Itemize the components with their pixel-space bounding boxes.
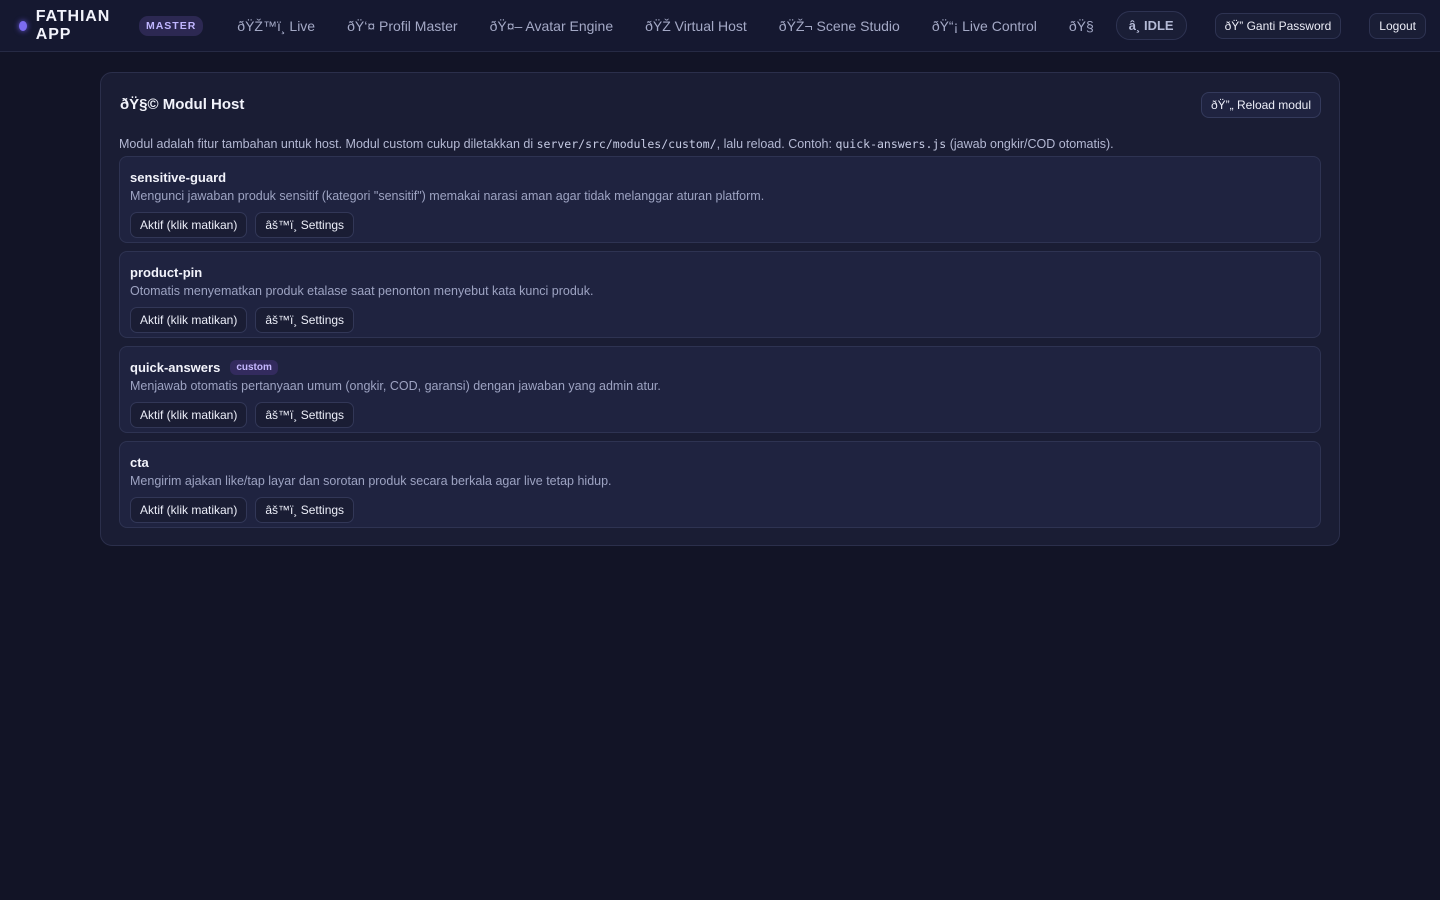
page-title: ðŸ§© Modul Host xyxy=(120,96,245,113)
module-description: Mengirim ajakan like/tap layar dan sorot… xyxy=(130,474,612,488)
nav-modules[interactable]: ðŸ§ xyxy=(1053,0,1110,52)
module-description: Otomatis menyematkan produk etalase saat… xyxy=(130,284,594,298)
logout-button[interactable]: Logout xyxy=(1369,12,1426,39)
module-settings-button[interactable]: âš™ï¸ Settings xyxy=(255,307,355,333)
main-nav: ðŸŽ™ï¸ Live ðŸ‘¤ Profil Master ðŸ¤– Avat… xyxy=(221,0,1109,52)
module-name-text: quick-answers xyxy=(130,359,221,375)
brand-dot-icon xyxy=(19,20,27,31)
module-settings-button[interactable]: âš™ï¸ Settings xyxy=(255,212,355,238)
nav-virtual-host[interactable]: ðŸŽ Virtual Host xyxy=(629,0,763,52)
nav-avatar-engine[interactable]: ðŸ¤– Avatar Engine xyxy=(474,0,630,52)
module-actions: Aktif (klik matikan) âš™ï¸ Settings xyxy=(130,497,1310,523)
module-description: Mengunci jawaban produk sensitif (katego… xyxy=(130,189,765,203)
module-settings-button[interactable]: âš™ï¸ Settings xyxy=(255,402,355,428)
example-file-code: quick-answers.js xyxy=(835,137,947,151)
change-password-button[interactable]: ðŸ” Ganti Password xyxy=(1214,12,1342,39)
top-navbar: FATHIAN APP MASTER ðŸŽ™ï¸ Live ðŸ‘¤ Prof… xyxy=(0,0,1440,52)
live-status-badge: â¸ IDLE xyxy=(1115,11,1187,40)
reload-modules-button[interactable]: ðŸ”„ Reload modul xyxy=(1200,92,1321,118)
module-item-sensitive-guard: sensitive-guard Mengunci jawaban produk … xyxy=(119,156,1321,243)
module-toggle-button[interactable]: Aktif (klik matikan) xyxy=(130,212,248,238)
nav-live-control[interactable]: ðŸ“¡ Live Control xyxy=(916,0,1053,52)
module-description: Menjawab otomatis pertanyaan umum (ongki… xyxy=(130,379,661,393)
module-name-text: sensitive-guard xyxy=(130,169,227,185)
module-name-text: cta xyxy=(130,454,149,470)
description-text: , lalu reload. Contoh: xyxy=(716,137,836,151)
nav-live[interactable]: ðŸŽ™ï¸ Live xyxy=(221,0,331,52)
card-header: ðŸ§© Modul Host ðŸ”„ Reload modul xyxy=(119,73,1321,136)
module-toggle-button[interactable]: Aktif (klik matikan) xyxy=(130,307,248,333)
description-text: (jawab ongkir/COD otomatis). xyxy=(946,137,1114,151)
module-toggle-button[interactable]: Aktif (klik matikan) xyxy=(130,402,248,428)
module-name: product-pin xyxy=(130,263,1310,281)
role-badge: MASTER xyxy=(138,15,204,36)
app-name: FATHIAN APP xyxy=(35,7,111,43)
module-item-quick-answers: quick-answers custom Menjawab otomatis p… xyxy=(119,346,1321,433)
custom-path-code: server/src/modules/custom/ xyxy=(536,137,717,151)
modules-card: ðŸ§© Modul Host ðŸ”„ Reload modul Modul … xyxy=(100,72,1340,546)
module-item-product-pin: product-pin Otomatis menyematkan produk … xyxy=(119,251,1321,338)
module-actions: Aktif (klik matikan) âš™ï¸ Settings xyxy=(130,402,1310,428)
module-name: sensitive-guard xyxy=(130,168,1310,186)
nav-profil-master[interactable]: ðŸ‘¤ Profil Master xyxy=(331,0,473,52)
module-settings-button[interactable]: âš™ï¸ Settings xyxy=(255,497,355,523)
page-description: Modul adalah fitur tambahan untuk host. … xyxy=(119,136,1321,156)
brand[interactable]: FATHIAN APP MASTER xyxy=(19,0,204,52)
module-name-text: product-pin xyxy=(130,264,203,280)
module-name: quick-answers custom xyxy=(130,358,1310,376)
module-item-cta: cta Mengirim ajakan like/tap layar dan s… xyxy=(119,441,1321,528)
module-toggle-button[interactable]: Aktif (klik matikan) xyxy=(130,497,248,523)
module-actions: Aktif (klik matikan) âš™ï¸ Settings xyxy=(130,307,1310,333)
custom-module-badge: custom xyxy=(230,359,278,375)
module-name: cta xyxy=(130,453,1310,471)
nav-scene-studio[interactable]: ðŸŽ¬ Scene Studio xyxy=(763,0,916,52)
description-text: Modul adalah fitur tambahan untuk host. … xyxy=(119,137,537,151)
module-actions: Aktif (klik matikan) âš™ï¸ Settings xyxy=(130,212,1310,238)
